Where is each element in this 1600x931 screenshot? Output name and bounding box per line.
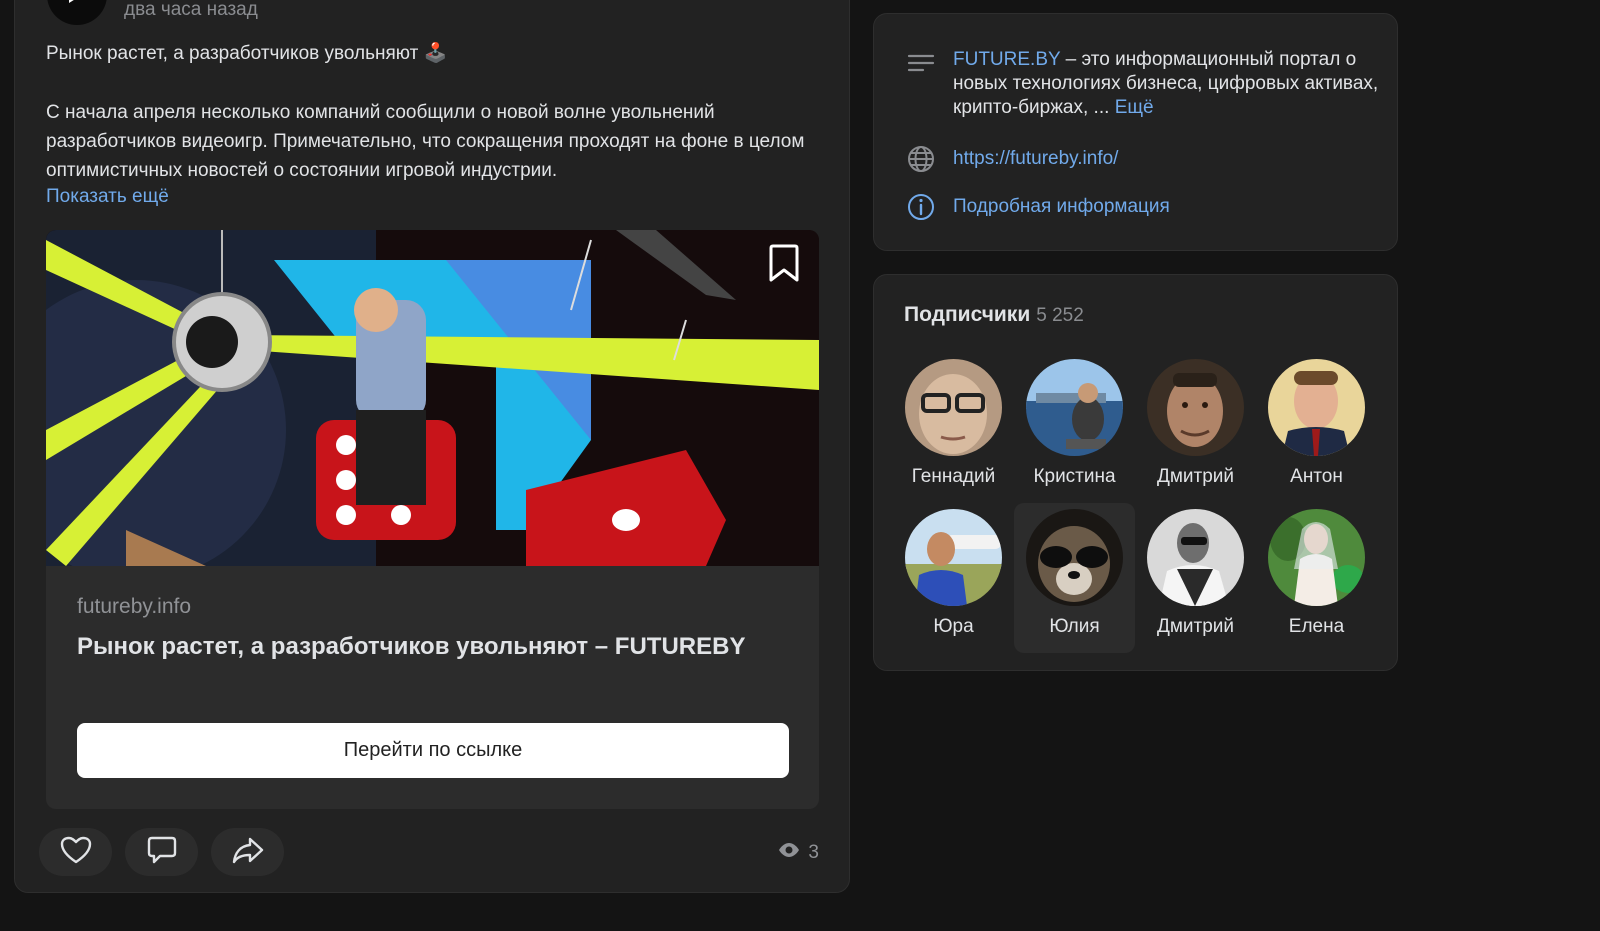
info-details-row: Подробная информация (906, 192, 1170, 222)
eye-icon (778, 842, 800, 864)
subscriber-item[interactable]: Юра (893, 503, 1014, 653)
subscriber-item[interactable]: Геннадий (893, 353, 1014, 503)
info-website-row: https://futureby.info/ (906, 144, 1118, 174)
avatar (1147, 509, 1244, 606)
avatar (1026, 509, 1123, 606)
subscriber-item[interactable]: Юлия (1014, 503, 1135, 653)
subscribers-card: Подписчики 5 252 Геннадий Кристина Дмитри… (873, 274, 1398, 671)
info-icon (906, 192, 936, 222)
community-info-card: FUTURE.BY – это информационный портал о … (873, 13, 1398, 251)
avatar (1268, 359, 1365, 456)
subscriber-item[interactable]: Елена (1256, 503, 1377, 653)
bookmark-icon[interactable] (767, 244, 801, 289)
subscriber-name: Дмитрий (1156, 466, 1235, 487)
subscriber-name: Юра (933, 616, 974, 637)
link-title[interactable]: Рынок растет, а разработчиков увольняют … (77, 633, 745, 661)
avatar (905, 359, 1002, 456)
like-icon (60, 836, 92, 869)
subscribers-count: 5 252 (1036, 305, 1084, 326)
show-more-link[interactable]: Показать ещё (46, 186, 169, 208)
subscriber-name: Дмитрий (1156, 616, 1235, 637)
info-description-row: FUTURE.BY – это информационный портал о … (906, 48, 1383, 120)
subscriber-item[interactable]: Дмитрий (1135, 353, 1256, 503)
open-link-button[interactable]: Перейти по ссылке (77, 723, 789, 778)
subscriber-item[interactable]: Антон (1256, 353, 1377, 503)
comment-icon (147, 836, 177, 869)
details-link[interactable]: Подробная информация (953, 196, 1170, 218)
link-preview-card[interactable]: futureby.info Рынок растет, а разработчи… (46, 230, 819, 809)
views-count: 3 (808, 842, 819, 863)
text-lines-icon (906, 48, 936, 78)
subscriber-name: Юлия (1049, 616, 1100, 637)
post-title: Рынок растет, а разработчиков увольняют … (46, 43, 448, 64)
post-actions (39, 828, 284, 876)
website-link[interactable]: https://futureby.info/ (953, 148, 1118, 170)
post-card: два часа назад Рынок растет, а разработч… (14, 0, 850, 893)
community-avatar[interactable] (47, 0, 107, 25)
subscribers-title: Подписчики (904, 303, 1031, 326)
post-text: С начала апреля несколько компаний сообщ… (46, 102, 805, 181)
description-more-link[interactable]: Ещё (1115, 97, 1154, 118)
views-counter: 3 (778, 842, 819, 864)
subscriber-name: Геннадий (911, 466, 996, 487)
avatar (1026, 359, 1123, 456)
share-button[interactable] (211, 828, 284, 876)
globe-icon (906, 144, 936, 174)
subscriber-name: Кристина (1033, 466, 1116, 487)
like-button[interactable] (39, 828, 112, 876)
subscriber-name: Елена (1288, 616, 1345, 637)
community-description: FUTURE.BY – это информационный портал о … (953, 48, 1383, 120)
avatar (1268, 509, 1365, 606)
post-time: два часа назад (124, 0, 258, 20)
subscriber-name: Антон (1290, 466, 1343, 487)
share-icon (232, 836, 264, 869)
subscriber-item[interactable]: Дмитрий (1135, 503, 1256, 653)
subscribers-header[interactable]: Подписчики 5 252 (904, 303, 1084, 327)
comment-button[interactable] (125, 828, 198, 876)
link-domain: futureby.info (77, 595, 192, 618)
avatar (905, 509, 1002, 606)
subscriber-item[interactable]: Кристина (1014, 353, 1135, 503)
link-preview-image[interactable] (46, 230, 819, 566)
avatar (1147, 359, 1244, 456)
brand-link[interactable]: FUTURE.BY (953, 49, 1060, 70)
